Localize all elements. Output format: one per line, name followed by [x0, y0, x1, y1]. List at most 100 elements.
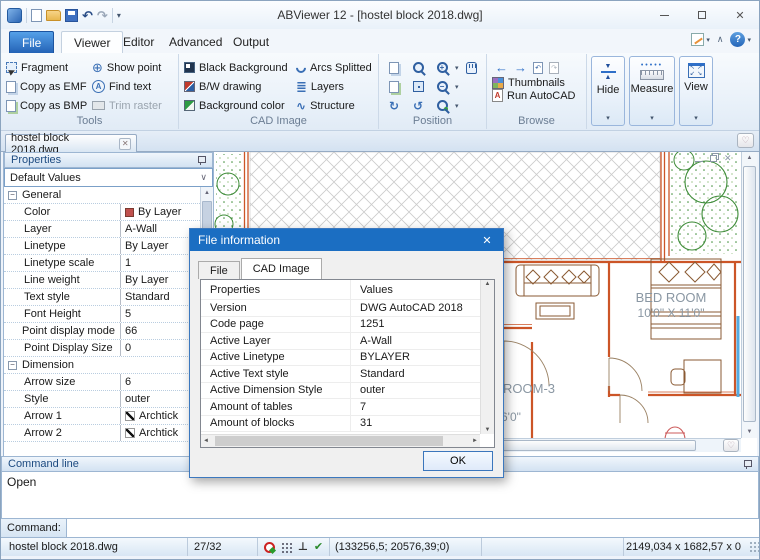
- help-button[interactable]: ?▾: [730, 32, 751, 47]
- property-row-text-style[interactable]: Text styleStandard: [4, 289, 200, 306]
- property-row-point-display-size[interactable]: Point Display Size0: [4, 340, 200, 357]
- table-row[interactable]: Active LayerA-Wall: [201, 333, 480, 350]
- collapse-icon[interactable]: −: [8, 361, 17, 370]
- zoom-in-icon[interactable]: +: [431, 59, 453, 77]
- properties-panel-header[interactable]: Properties: [4, 152, 213, 168]
- mdi-minimize-icon[interactable]: [695, 161, 703, 162]
- view-button[interactable]: ↖↗↙↘ View ▾: [679, 56, 713, 126]
- document-tab-close-icon[interactable]: ✕: [119, 138, 131, 150]
- close-button[interactable]: ✕: [721, 1, 759, 29]
- pin-icon[interactable]: [742, 459, 752, 470]
- dialog-tab-cad-image[interactable]: CAD Image: [241, 258, 322, 279]
- scrollbar-thumb[interactable]: [215, 436, 443, 446]
- zoom-scale-icon[interactable]: [431, 97, 453, 115]
- copy-as-bmp-button[interactable]: Copy as BMP: [1, 96, 87, 115]
- pan-icon[interactable]: [461, 59, 483, 77]
- tab-file[interactable]: File: [9, 31, 54, 53]
- dialog-tab-file[interactable]: File: [198, 261, 240, 279]
- preset-dropdown[interactable]: Default Values ∨: [4, 168, 213, 187]
- zoom-in-dropdown-icon[interactable]: ▾: [455, 64, 459, 72]
- browse-back-icon[interactable]: ←: [495, 61, 508, 75]
- paste-view-icon[interactable]: [383, 78, 405, 96]
- table-row[interactable]: Amount of tables7: [201, 399, 480, 416]
- grid-icon[interactable]: [281, 542, 292, 553]
- undo-icon[interactable]: ↶: [82, 9, 93, 22]
- table-row[interactable]: VersionDWG AutoCAD 2018: [201, 300, 480, 317]
- arcs-splitted-button[interactable]: Arcs Splitted: [291, 58, 377, 77]
- scroll-corner-button[interactable]: ♡: [737, 133, 754, 148]
- status-sheet-counter[interactable]: 27/32: [187, 538, 257, 556]
- property-row-arrow-size[interactable]: Arrow size6: [4, 374, 200, 391]
- copy-as-emf-button[interactable]: Copy as EMF: [1, 77, 87, 96]
- style-button[interactable]: ▾: [691, 33, 710, 46]
- ortho-icon[interactable]: ⊥: [298, 542, 308, 553]
- copy-view-icon[interactable]: [383, 59, 405, 77]
- customize-quick-access-icon[interactable]: ▾: [117, 11, 121, 20]
- property-row-style[interactable]: Styleouter: [4, 391, 200, 408]
- rotate-view-icon[interactable]: ↻: [383, 97, 405, 115]
- scroll-down-icon[interactable]: ▼: [481, 427, 494, 433]
- app-logo-icon[interactable]: [7, 8, 22, 23]
- mdi-close-icon[interactable]: ✕: [724, 154, 732, 163]
- property-row-arrow-2[interactable]: Arrow 2Archtick: [4, 425, 200, 442]
- layers-button[interactable]: ≣Layers: [291, 77, 377, 96]
- trim-raster-button[interactable]: Trim raster: [87, 96, 175, 115]
- resize-grip[interactable]: [749, 541, 759, 553]
- view-redo-icon[interactable]: ↷: [549, 62, 559, 74]
- zoom-previous-icon[interactable]: ↺: [407, 97, 429, 115]
- table-row[interactable]: Amount of blocks31: [201, 416, 480, 433]
- table-row[interactable]: Active Dimension Styleouter: [201, 383, 480, 400]
- background-color-button[interactable]: Background color: [179, 96, 291, 115]
- new-document-icon[interactable]: [31, 9, 42, 22]
- collapse-icon[interactable]: −: [8, 191, 17, 200]
- scroll-corner-button[interactable]: ♡: [723, 439, 739, 452]
- show-point-button[interactable]: ⊕Show point: [87, 58, 175, 77]
- zoom-window-icon[interactable]: [407, 59, 429, 77]
- find-text-button[interactable]: AFind text: [87, 77, 175, 96]
- scroll-down-icon[interactable]: ▼: [742, 426, 757, 438]
- scroll-right-icon[interactable]: ►: [472, 435, 478, 447]
- collapse-ribbon-icon[interactable]: ∧: [717, 34, 724, 45]
- dialog-horizontal-scrollbar[interactable]: ◄ ►: [201, 434, 480, 447]
- structure-button[interactable]: ∿Structure: [291, 96, 377, 115]
- black-background-button[interactable]: Black Background: [179, 58, 291, 77]
- property-row-point-display-mode[interactable]: Point display mode66: [4, 323, 200, 340]
- tab-output[interactable]: Output: [221, 31, 281, 53]
- measure-button[interactable]: ••••• Measure ▾: [629, 56, 675, 126]
- vertical-scrollbar[interactable]: ▲ ▼: [741, 152, 757, 438]
- pin-icon[interactable]: [196, 155, 206, 166]
- table-row[interactable]: Active LinetypeBYLAYER: [201, 350, 480, 367]
- property-row-linetype[interactable]: LinetypeBy Layer: [4, 238, 200, 255]
- view-undo-icon[interactable]: ↶: [533, 62, 543, 74]
- draw-mode-icon[interactable]: ✔: [314, 542, 323, 553]
- dialog-title-bar[interactable]: File information ✕: [190, 229, 503, 251]
- scroll-up-icon[interactable]: ▲: [481, 281, 494, 287]
- fragment-button[interactable]: Fragment: [1, 58, 87, 77]
- scroll-up-icon[interactable]: ▲: [201, 187, 213, 199]
- property-row-line-weight[interactable]: Line weightBy Layer: [4, 272, 200, 289]
- bw-drawing-button[interactable]: B/W drawing: [179, 77, 291, 96]
- zoom-out-dropdown-icon[interactable]: ▾: [455, 83, 459, 91]
- minimize-button[interactable]: [645, 1, 683, 29]
- thumbnails-button[interactable]: Thumbnails: [487, 77, 586, 89]
- table-row[interactable]: Code page1251: [201, 317, 480, 334]
- save-icon[interactable]: [65, 9, 78, 22]
- osnap-icon[interactable]: [264, 542, 275, 553]
- scroll-up-icon[interactable]: ▲: [742, 152, 757, 164]
- command-input[interactable]: [67, 519, 759, 537]
- run-autocad-button[interactable]: ARun AutoCAD: [487, 89, 586, 102]
- zoom-extents-icon[interactable]: [407, 78, 429, 96]
- ok-button[interactable]: OK: [423, 451, 493, 471]
- property-row-font-height[interactable]: Font Height5: [4, 306, 200, 323]
- section-row-dimension[interactable]: −Dimension: [4, 357, 200, 374]
- table-row[interactable]: Active Text styleStandard: [201, 366, 480, 383]
- zoom-out-icon[interactable]: −: [431, 78, 453, 96]
- dialog-vertical-scrollbar[interactable]: ▲ ▼: [480, 280, 494, 434]
- zoom-scale-dropdown-icon[interactable]: ▾: [455, 102, 459, 110]
- maximize-button[interactable]: [683, 1, 721, 29]
- property-row-color[interactable]: ColorBy Layer: [4, 204, 200, 221]
- browse-forward-icon[interactable]: →: [514, 61, 527, 75]
- mdi-restore-icon[interactable]: [710, 155, 717, 162]
- scroll-left-icon[interactable]: ◄: [203, 435, 209, 447]
- open-file-icon[interactable]: [46, 10, 61, 21]
